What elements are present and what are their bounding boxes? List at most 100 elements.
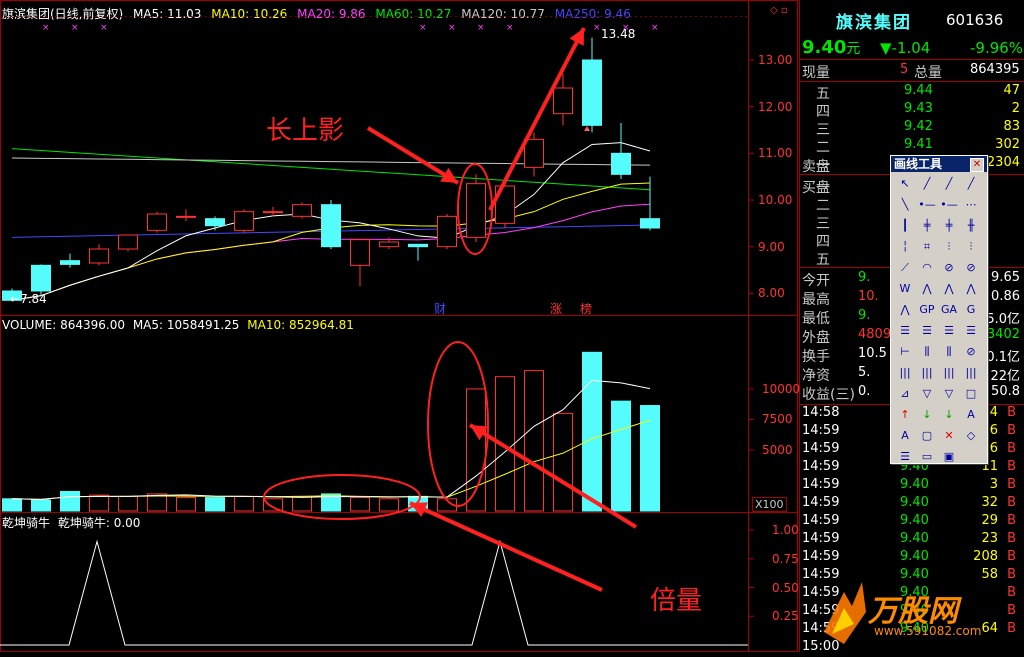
drawing-toolbox[interactable]: 画线工具 ✕ ↖ ╱ ╱ ╱ ╲ •— •— ⋯ ┃ ╪ ╪ ╫ ╎ ⌗ ⫶ ⫶ ⟋ ◠ ⊘ ⊘ W ⋀ ⋀ ⋀ ⋀ GP GA G ☰… (890, 155, 988, 464)
volume-bar (176, 497, 196, 512)
draw-tool-icon[interactable]: ┃ (895, 217, 915, 235)
level-label: 三 (816, 216, 830, 232)
tick-bs: B (1007, 549, 1016, 564)
level-vol: 2304 (986, 155, 1020, 170)
draw-tool-icon[interactable]: ╫ (961, 217, 981, 235)
marker-cai: 财 (434, 302, 447, 316)
candle-body (292, 204, 312, 217)
x-marker: × (506, 23, 514, 33)
draw-tool-icon[interactable]: ⋯ (961, 196, 981, 214)
chart-area[interactable]: 旗滨集团(日线,前复权) MA5: 11.03 MA10: 10.26 MA20… (0, 0, 798, 652)
draw-tool-icon[interactable]: ⊘ (961, 343, 981, 361)
price-layer: × × × × × × × × × × (2, 23, 754, 301)
draw-tool-icon[interactable]: •— (917, 196, 937, 214)
tick-row[interactable]: 14:59 9.40 29 B (800, 513, 1022, 531)
draw-tool-icon[interactable]: ╱ (961, 175, 981, 193)
tick-row[interactable]: 14:59 9.40 32 B (800, 495, 1022, 513)
draw-tool-icon[interactable]: ☰ (895, 322, 915, 340)
peak-marker (584, 126, 590, 131)
draw-tool-icon[interactable]: ⊢ (895, 343, 915, 361)
stock-change-pct: -9.96% (970, 39, 1024, 57)
draw-tool-icon[interactable]: ⟋ (895, 259, 915, 277)
tick-row[interactable]: 14:59 9.40 208 B (800, 549, 1022, 567)
candle-body (205, 218, 225, 227)
draw-tool-icon[interactable]: ╪ (917, 217, 937, 235)
draw-tool-icon[interactable]: W (895, 280, 915, 298)
indicator-name: 乾坤骑牛 (2, 516, 51, 530)
draw-tool-icon[interactable]: ⋀ (895, 301, 915, 319)
x-marker: × (651, 23, 659, 33)
toolbox-titlebar[interactable]: 画线工具 ✕ (891, 156, 987, 172)
draw-tool-icon[interactable]: ⌗ (917, 238, 937, 256)
stat-value-2: 0.86 (991, 289, 1020, 304)
draw-tool-icon[interactable]: ↓ (917, 406, 937, 424)
sell-level-2[interactable]: 二 9.41 302 (800, 137, 1022, 156)
draw-tool-icon[interactable]: ╱ (939, 175, 959, 193)
indicator-axis-label: 0.25 (772, 609, 799, 624)
sell-level-4[interactable]: 四 9.43 2 (800, 101, 1022, 120)
draw-tool-icon[interactable]: ╪ (939, 217, 959, 235)
draw-tool-icon[interactable]: ╲ (895, 196, 915, 214)
stock-price-unit: 元 (846, 41, 861, 57)
draw-tool-icon[interactable]: ✕ (939, 427, 959, 445)
draw-tool-icon[interactable]: ▢ (917, 427, 937, 445)
draw-tool-icon[interactable]: GA (939, 301, 959, 319)
draw-tool-icon[interactable]: ⋀ (961, 280, 981, 298)
draw-tool-icon[interactable]: ↓ (939, 406, 959, 424)
volume-bar (582, 351, 602, 512)
draw-tool-icon[interactable]: ╎ (895, 238, 915, 256)
draw-tool-icon[interactable]: ╱ (917, 175, 937, 193)
x-marker: × (477, 23, 485, 33)
total-vol-label: 总量 (914, 65, 942, 81)
stat-label: 换手 (802, 349, 830, 365)
draw-tool-icon[interactable]: ▭ (917, 448, 937, 466)
draw-tool-icon[interactable]: ||| (961, 364, 981, 382)
draw-tool-icon[interactable]: ⋀ (917, 280, 937, 298)
top-right-icon[interactable]: ◇ ▫ (770, 5, 792, 16)
draw-tool-icon[interactable]: ⫼ (917, 343, 937, 361)
tick-row[interactable]: 14:59 9.40 23 B (800, 531, 1022, 549)
draw-tool-icon[interactable]: ⊘ (939, 259, 959, 277)
draw-tool-icon[interactable]: ↑ (895, 406, 915, 424)
sell-level-5[interactable]: 五 9.44 47 (800, 83, 1022, 102)
draw-tool-icon[interactable]: •— (939, 196, 959, 214)
draw-tool-icon[interactable]: ▣ (939, 448, 959, 466)
high-price-label: 13.48 (601, 27, 636, 41)
draw-tool-icon[interactable]: ||| (895, 364, 915, 382)
draw-tool-icon[interactable]: A (961, 406, 981, 424)
draw-tool-icon[interactable]: ☰ (895, 448, 915, 466)
volume-header: VOLUME: 864396.00 MA5: 1058491.25 MA10: … (2, 318, 354, 332)
draw-tool-icon[interactable]: ▽ (939, 385, 959, 403)
tick-row[interactable]: 14:59 9.40 3 B (800, 477, 1022, 495)
candle-body (176, 215, 196, 218)
toolbox-close-button[interactable]: ✕ (970, 158, 984, 172)
candle-body (350, 239, 370, 266)
volume-ma5: MA5: 1058491.25 (132, 318, 240, 332)
draw-tool-icon[interactable]: A (895, 427, 915, 445)
draw-tool-icon[interactable]: ⊘ (961, 259, 981, 277)
tick-price: 9.40 (900, 477, 929, 492)
draw-tool-icon[interactable]: ||| (939, 364, 959, 382)
sell-level-3[interactable]: 三 9.42 83 (800, 119, 1022, 138)
draw-tool-icon[interactable]: ⋀ (939, 280, 959, 298)
level-price: 9.44 (904, 83, 933, 98)
draw-tool-icon[interactable]: ↖ (895, 175, 915, 193)
draw-tool-icon[interactable]: ☰ (917, 322, 937, 340)
draw-tool-icon[interactable]: ◇ (961, 427, 981, 445)
draw-tool-icon[interactable]: ⫼ (939, 343, 959, 361)
volume-axis-label: 10000 (762, 381, 801, 396)
draw-tool-icon[interactable]: GP (917, 301, 937, 319)
draw-tool-icon[interactable]: ⊿ (895, 385, 915, 403)
draw-tool-icon[interactable]: ⫶ (939, 238, 959, 256)
draw-tool-icon[interactable]: ⫶ (961, 238, 981, 256)
draw-tool-icon[interactable]: ◠ (917, 259, 937, 277)
draw-tool-icon[interactable]: ▽ (917, 385, 937, 403)
stat-value-2: 0.1亿 (986, 350, 1020, 365)
draw-tool-icon[interactable]: ☰ (939, 322, 959, 340)
draw-tool-icon[interactable]: □ (961, 385, 981, 403)
draw-tool-icon[interactable]: G (961, 301, 981, 319)
draw-tool-icon[interactable]: ☰ (961, 322, 981, 340)
stock-change: ▼-1.04 (880, 39, 931, 57)
volume-bar (553, 412, 573, 512)
draw-tool-icon[interactable]: ||| (917, 364, 937, 382)
